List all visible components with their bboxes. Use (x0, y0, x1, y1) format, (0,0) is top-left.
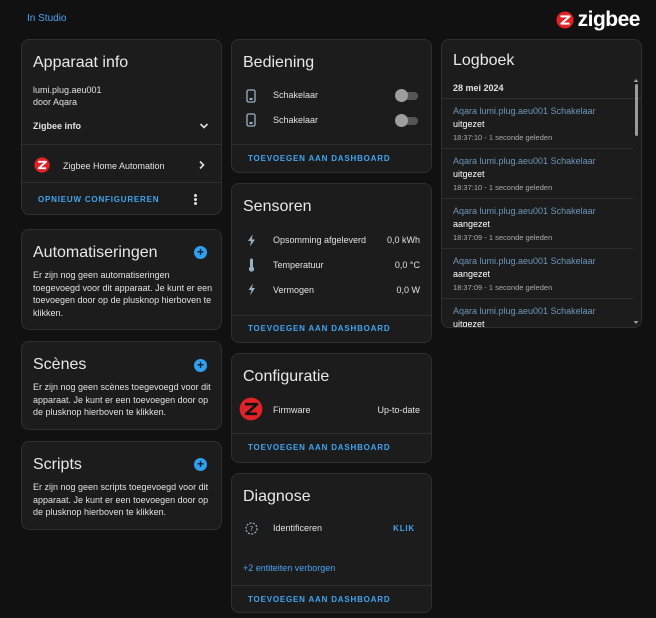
add-script-button[interactable]: + (194, 458, 207, 471)
log-source-link[interactable]: Aqara lumi.plug.aeu001 Schakelaar (453, 256, 627, 266)
automations-card: Automatiseringen + Er zijn nog geen auto… (21, 229, 222, 330)
identify-button[interactable]: KLIK (393, 524, 415, 533)
logbook-card: Logboek 28 mei 2024 Aqara lumi.plug.aeu0… (441, 39, 642, 328)
diagnostics-title: Diagnose (243, 488, 311, 505)
scenes-empty-text: Er zijn nog geen scènes toegevoegd voor … (33, 382, 211, 417)
brand-name: zigbee (577, 8, 641, 31)
hidden-entities-link[interactable]: +2 entiteiten verborgen (243, 563, 335, 573)
log-source-link[interactable]: Aqara lumi.plug.aeu001 Schakelaar (453, 156, 627, 166)
switch-1-label: Schakelaar (273, 90, 319, 100)
log-time: 18:37:10 - 1 seconde geleden (453, 133, 553, 142)
scripts-card: Scripts + Er zijn nog geen scripts toege… (21, 441, 222, 530)
sensor-temperature-label: Temperatuur (273, 260, 324, 270)
sensor-energy-label: Opsomming afgeleverd (273, 235, 367, 245)
device-info-title: Apparaat info (33, 54, 129, 71)
identify-icon: ? (245, 522, 258, 535)
scroll-down-arrow-icon[interactable] (633, 320, 639, 325)
zigbee-firmware-icon (239, 397, 263, 421)
log-entry: Aqara lumi.plug.aeu001 Schakelaar uitgez… (453, 306, 627, 328)
sensor-power-value: 0,0 W (396, 285, 420, 295)
flash-icon (248, 283, 255, 296)
automations-empty-text: Er zijn nog geen automatiseringen toegev… (33, 270, 213, 318)
device-info-card: Apparaat info lumi.plug.aeu001 door Aqar… (21, 39, 222, 215)
plug-icon (246, 89, 256, 103)
diagnostics-card: Diagnose ? Identificeren KLIK +2 entitei… (231, 473, 432, 613)
log-time: 18:37:09 - 1 seconde geleden (453, 233, 553, 242)
switch-2-toggle[interactable] (395, 114, 418, 127)
sensor-power-label: Vermogen (273, 285, 315, 295)
controls-title: Bediening (243, 54, 315, 71)
svg-text:?: ? (250, 525, 254, 533)
logbook-title: Logboek (453, 52, 515, 69)
device-model: lumi.plug.aeu001 (33, 85, 102, 95)
device-manufacturer: door Aqara (33, 97, 78, 107)
plug-icon (246, 113, 256, 127)
automations-title: Automatiseringen (33, 244, 158, 261)
scenes-card: Scènes + Er zijn nog geen scènes toegevo… (21, 341, 222, 430)
sensors-title: Sensoren (243, 198, 312, 215)
firmware-label: Firmware (273, 405, 311, 415)
logbook-scrollbar[interactable] (635, 84, 638, 136)
in-studio-link[interactable]: In Studio (27, 13, 66, 24)
diagnostics-add-to-dashboard-button[interactable]: TOEVOEGEN AAN DASHBOARD (248, 595, 390, 604)
integration-link[interactable]: Zigbee Home Automation (63, 161, 165, 171)
configuration-add-to-dashboard-button[interactable]: TOEVOEGEN AAN DASHBOARD (248, 443, 390, 452)
controls-card: Bediening Schakelaar Schakelaar TOEVOEGE… (231, 39, 432, 173)
sensor-temperature-value: 0,0 °C (394, 260, 420, 270)
log-source-link[interactable]: Aqara lumi.plug.aeu001 Schakelaar (453, 306, 627, 316)
switch-1-toggle[interactable] (395, 89, 418, 102)
controls-add-to-dashboard-button[interactable]: TOEVOEGEN AAN DASHBOARD (248, 154, 390, 163)
logbook-date: 28 mei 2024 (453, 83, 504, 93)
add-automation-button[interactable]: + (194, 246, 207, 259)
zigbee-integration-icon (34, 157, 50, 173)
scripts-empty-text: Er zijn nog geen scripts toegevoegd voor… (33, 482, 209, 517)
chevron-right-icon[interactable] (198, 160, 206, 170)
log-state: aangezet (453, 269, 491, 279)
thermometer-icon (248, 258, 255, 272)
log-state: aangezet (453, 219, 491, 229)
chevron-down-icon[interactable] (199, 122, 209, 130)
log-entry: Aqara lumi.plug.aeu001 Schakelaar uitgez… (453, 156, 627, 192)
add-scene-button[interactable]: + (194, 359, 207, 372)
reconfigure-button[interactable]: OPNIEUW CONFIGUREREN (38, 195, 159, 204)
log-time: 18:37:09 - 1 seconde geleden (453, 283, 553, 292)
zigbee-logo-icon (556, 11, 574, 29)
scenes-title: Scènes (33, 356, 87, 373)
more-options-icon[interactable] (194, 194, 198, 206)
log-state: uitgezet (453, 319, 485, 328)
zigbee-info-toggle[interactable]: Zigbee info (33, 121, 81, 131)
configuration-title: Configuratie (243, 368, 330, 385)
sensors-card: Sensoren Opsomming afgeleverd 0,0 kWh Te… (231, 183, 432, 343)
sensors-add-to-dashboard-button[interactable]: TOEVOEGEN AAN DASHBOARD (248, 324, 390, 333)
log-entry: Aqara lumi.plug.aeu001 Schakelaar aangez… (453, 256, 627, 292)
sensor-energy-value: 0,0 kWh (386, 235, 420, 245)
firmware-value: Up-to-date (377, 405, 420, 415)
configuration-card: Configuratie Firmware Up-to-date TOEVOEG… (231, 353, 432, 463)
switch-2-label: Schakelaar (273, 115, 319, 125)
zigbee-logo: zigbee (556, 8, 641, 32)
log-state: uitgezet (453, 169, 485, 179)
log-time: 18:37:10 - 1 seconde geleden (453, 183, 553, 192)
log-entry: Aqara lumi.plug.aeu001 Schakelaar aangez… (453, 206, 627, 242)
scripts-title: Scripts (33, 456, 82, 473)
log-source-link[interactable]: Aqara lumi.plug.aeu001 Schakelaar (453, 106, 627, 116)
log-entry: Aqara lumi.plug.aeu001 Schakelaar uitgez… (453, 106, 627, 142)
lightning-icon (248, 234, 255, 247)
identify-label: Identificeren (273, 523, 323, 533)
log-state: uitgezet (453, 119, 485, 129)
scroll-up-arrow-icon[interactable] (633, 78, 639, 83)
log-source-link[interactable]: Aqara lumi.plug.aeu001 Schakelaar (453, 206, 627, 216)
